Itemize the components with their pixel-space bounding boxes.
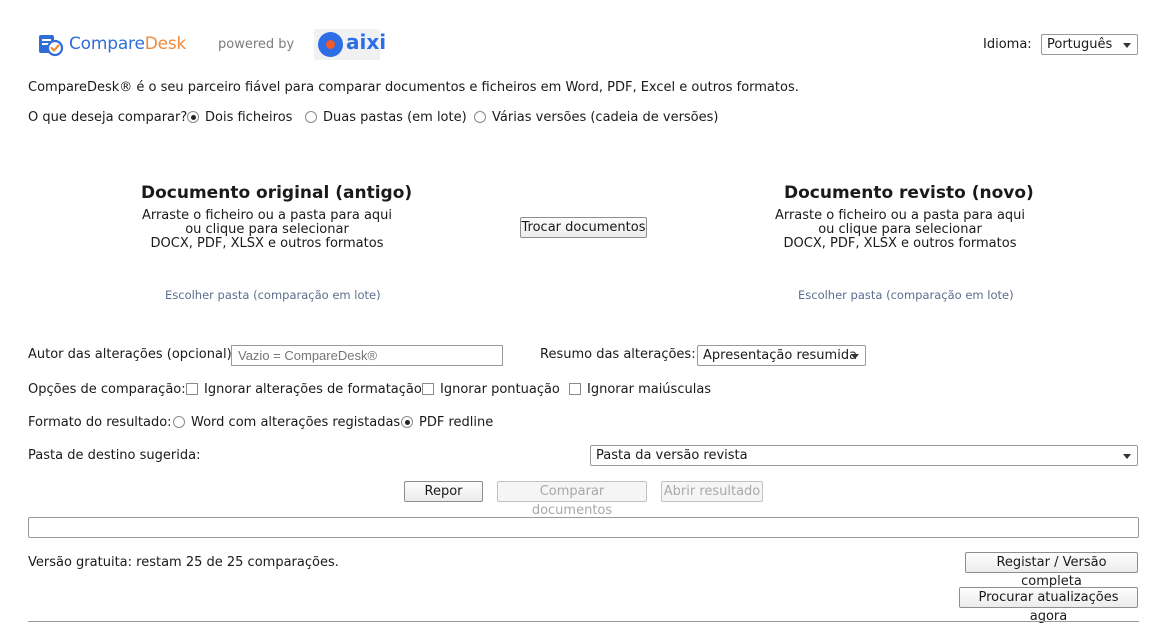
open-result-button[interactable]: Abrir resultado [661, 481, 763, 502]
radio-two-folders[interactable] [305, 111, 317, 123]
language-select[interactable]: Português [1041, 34, 1138, 55]
aixi-logo-icon [318, 32, 343, 57]
author-label: Autor das alterações (opcional): [28, 347, 237, 362]
summary-select-value: Apresentação resumida [703, 348, 858, 363]
intro-text: CompareDesk® é o seu parceiro fiável par… [28, 80, 799, 95]
chevron-down-icon [851, 354, 859, 359]
compare-documents-button[interactable]: Comparar documentos [497, 481, 647, 518]
revised-drop-hint: Arraste o ficheiro ou a pasta para aqui … [774, 208, 1026, 251]
checkbox-ignore-formatting[interactable] [186, 383, 198, 395]
checkbox-ignore-case-label[interactable]: Ignorar maiúsculas [587, 382, 711, 397]
compare-mode-label: O que deseja comparar? [28, 110, 188, 125]
chevron-down-icon [1123, 454, 1131, 459]
original-drop-hint: Arraste o ficheiro ou a pasta para aqui … [141, 208, 393, 251]
chevron-down-icon [1123, 43, 1131, 48]
swap-documents-button[interactable]: Trocar documentos [520, 217, 647, 238]
radio-pdf-redline[interactable] [401, 416, 413, 428]
powered-by-label: powered by [218, 37, 295, 52]
license-status: Versão gratuita: restam 25 de 25 compara… [28, 555, 339, 570]
revised-title: Documento revisto (novo) [784, 183, 1034, 203]
radio-word-track-changes-label[interactable]: Word com alterações registadas [191, 415, 400, 430]
brand-name: CompareDesk [69, 34, 187, 54]
progress-bar [28, 517, 1139, 538]
aixi-logo: aixi [314, 29, 386, 60]
checkbox-ignore-punctuation-label[interactable]: Ignorar pontuação [440, 382, 560, 397]
radio-two-files-label[interactable]: Dois ficheiros [205, 110, 292, 125]
radio-multiple-versions[interactable] [474, 111, 486, 123]
original-title: Documento original (antigo) [141, 183, 413, 203]
radio-two-files[interactable] [187, 111, 199, 123]
compare-options-label: Opções de comparação: [28, 382, 186, 397]
output-format-label: Formato do resultado: [28, 415, 172, 430]
checkbox-ignore-formatting-label[interactable]: Ignorar alterações de formatação [204, 382, 422, 397]
checkbox-ignore-punctuation[interactable] [422, 383, 434, 395]
check-updates-button[interactable]: Procurar atualizações agora [959, 587, 1138, 624]
summary-select[interactable]: Apresentação resumida [697, 345, 866, 366]
language-select-value: Português [1047, 37, 1113, 52]
radio-pdf-redline-label[interactable]: PDF redline [419, 415, 493, 430]
radio-two-folders-label[interactable]: Duas pastas (em lote) [323, 110, 467, 125]
revised-choose-folder-link[interactable]: Escolher pasta (comparação em lote) [798, 288, 1014, 302]
comparedesk-logo-icon [39, 35, 64, 57]
destination-select-value: Pasta da versão revista [596, 448, 748, 463]
radio-word-track-changes[interactable] [173, 416, 185, 428]
reset-button[interactable]: Repor [404, 481, 483, 502]
summary-label: Resumo das alterações: [540, 347, 696, 362]
register-button[interactable]: Registar / Versão completa [965, 552, 1138, 589]
language-label: Idioma: [983, 37, 1032, 52]
radio-multiple-versions-label[interactable]: Várias versões (cadeia de versões) [492, 110, 718, 125]
original-choose-folder-link[interactable]: Escolher pasta (comparação em lote) [165, 288, 381, 302]
log-panel [28, 621, 1139, 626]
destination-select[interactable]: Pasta da versão revista [590, 445, 1138, 466]
destination-label: Pasta de destino sugerida: [28, 448, 201, 463]
checkbox-ignore-case[interactable] [569, 383, 581, 395]
author-input[interactable] [231, 345, 503, 366]
